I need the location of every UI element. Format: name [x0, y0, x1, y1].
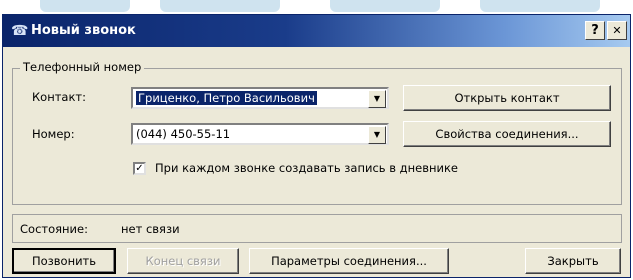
background-strip: [0, 0, 633, 14]
window-title: Новый звонок: [31, 23, 136, 38]
close-window-button[interactable]: ✕: [607, 21, 627, 40]
contact-label: Контакт:: [32, 90, 86, 104]
journal-checkbox[interactable]: ✓: [133, 162, 146, 175]
status-label: Состояние:: [20, 222, 88, 236]
connection-properties-button[interactable]: Свойства соединения...: [403, 121, 611, 147]
contact-combobox[interactable]: Гриценко, Петро Васильович ▼: [131, 87, 389, 109]
call-button[interactable]: Позвонить: [12, 248, 116, 274]
watermark-shape: [330, 0, 440, 12]
title-bar: ☎ Новый звонок ? ✕: [3, 15, 630, 47]
end-call-button: Конец связи: [127, 248, 239, 274]
close-button[interactable]: Закрыть: [525, 248, 621, 274]
chevron-down-icon[interactable]: ▼: [368, 90, 386, 108]
connection-params-button[interactable]: Параметры соединения...: [249, 248, 449, 274]
status-value: нет связи: [121, 222, 180, 236]
contact-value: Гриценко, Петро Васильович: [136, 91, 317, 105]
number-combobox[interactable]: (044) 450-55-11 ▼: [131, 123, 389, 145]
journal-checkbox-label[interactable]: При каждом звонке создавать запись в дне…: [155, 161, 458, 175]
watermark-shape: [160, 0, 280, 12]
number-value: (044) 450-55-11: [136, 127, 231, 141]
chevron-down-icon[interactable]: ▼: [368, 126, 386, 144]
phone-icon: ☎: [11, 23, 29, 39]
open-contact-button[interactable]: Открыть контакт: [403, 85, 611, 111]
new-call-dialog: ☎ Новый звонок ? ✕ Телефонный номер Конт…: [2, 14, 631, 278]
status-panel: [12, 214, 622, 243]
help-button[interactable]: ?: [585, 21, 605, 40]
watermark-shape: [40, 0, 130, 12]
number-label: Номер:: [32, 127, 75, 141]
watermark-shape: [480, 0, 600, 12]
group-legend: Телефонный номер: [20, 60, 145, 74]
